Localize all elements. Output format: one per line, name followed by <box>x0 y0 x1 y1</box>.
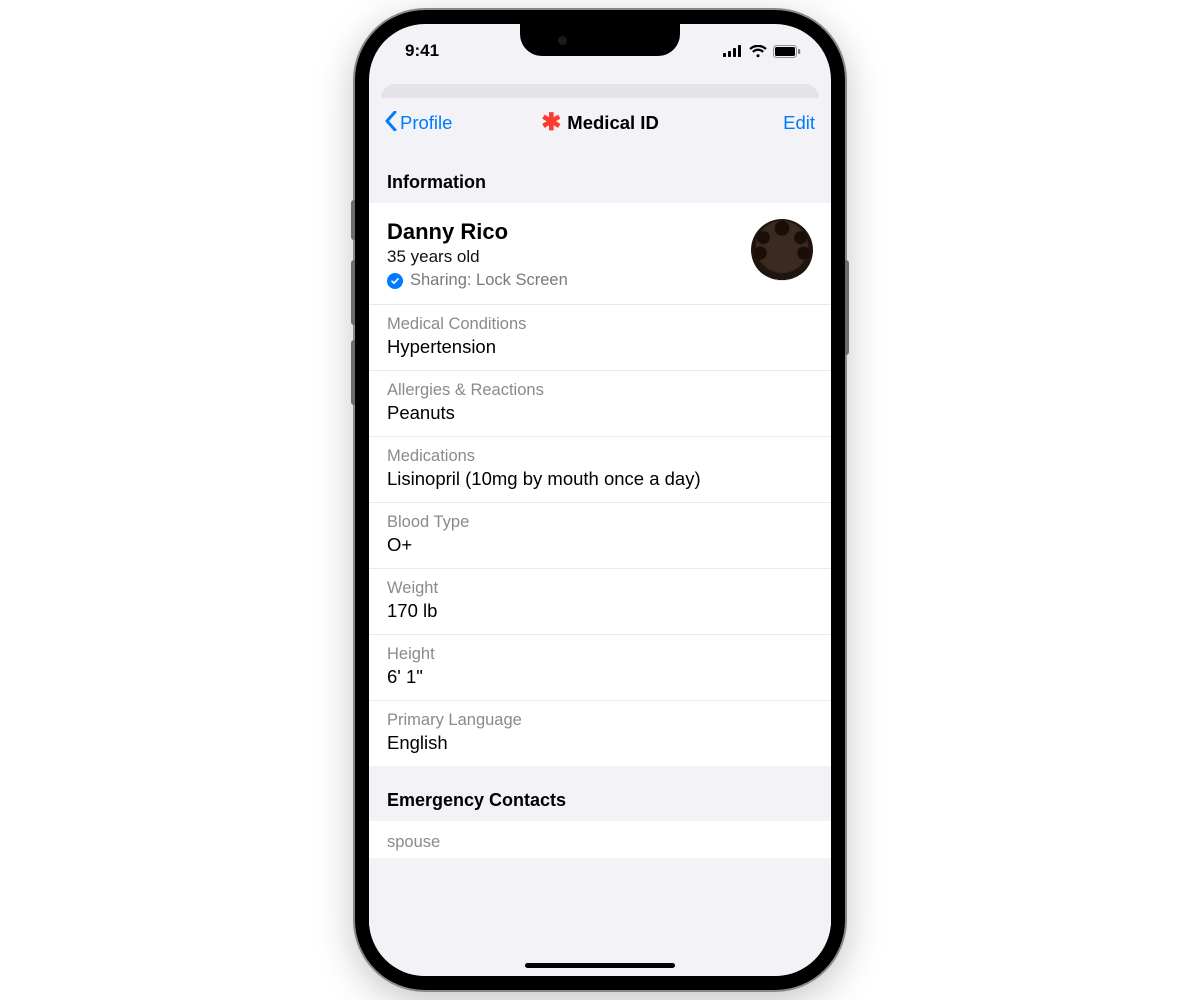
medications-row: Medications Lisinopril (10mg by mouth on… <box>369 437 831 503</box>
avatar <box>751 219 813 281</box>
field-value: 6' 1" <box>387 666 813 688</box>
medical-conditions-row: Medical Conditions Hypertension <box>369 305 831 371</box>
language-row: Primary Language English <box>369 701 831 766</box>
wifi-icon <box>749 45 767 58</box>
status-time: 9:41 <box>405 41 439 61</box>
screen: 9:41 Profile <box>369 24 831 976</box>
field-value: O+ <box>387 534 813 556</box>
profile-age: 35 years old <box>387 247 751 267</box>
nav-title: ✱ Medical ID <box>541 111 659 135</box>
sharing-status: Sharing: Lock Screen <box>387 271 751 290</box>
height-row: Height 6' 1" <box>369 635 831 701</box>
back-label: Profile <box>400 112 452 134</box>
allergies-row: Allergies & Reactions Peanuts <box>369 371 831 437</box>
field-label: Primary Language <box>387 711 813 730</box>
field-label: Allergies & Reactions <box>387 381 813 400</box>
field-value: Hypertension <box>387 336 813 358</box>
information-header: Information <box>369 148 831 203</box>
contact-relation: spouse <box>387 833 813 852</box>
nav-bar: Profile ✱ Medical ID Edit <box>369 98 831 148</box>
notch <box>520 24 680 56</box>
profile-row: Danny Rico 35 years old Sharing: Lock Sc… <box>369 203 831 305</box>
field-label: Medical Conditions <box>387 315 813 334</box>
field-value: 170 lb <box>387 600 813 622</box>
field-label: Weight <box>387 579 813 598</box>
sharing-label: Sharing: Lock Screen <box>410 271 568 290</box>
battery-icon <box>773 45 801 58</box>
medical-id-sheet: Profile ✱ Medical ID Edit Information Da… <box>369 98 831 976</box>
information-card: Danny Rico 35 years old Sharing: Lock Sc… <box>369 203 831 766</box>
medical-asterisk-icon: ✱ <box>541 111 561 135</box>
checkmark-badge-icon <box>387 273 403 289</box>
blood-type-row: Blood Type O+ <box>369 503 831 569</box>
profile-name: Danny Rico <box>387 219 751 245</box>
field-label: Blood Type <box>387 513 813 532</box>
content-scroll[interactable]: Information Danny Rico 35 years old Shar… <box>369 148 831 976</box>
field-label: Height <box>387 645 813 664</box>
nav-title-text: Medical ID <box>567 112 659 134</box>
home-indicator[interactable] <box>525 963 675 968</box>
emergency-contacts-card: spouse <box>369 821 831 858</box>
cellular-icon <box>723 45 743 57</box>
back-button[interactable]: Profile <box>385 111 452 136</box>
field-value: English <box>387 732 813 754</box>
field-label: Medications <box>387 447 813 466</box>
field-value: Lisinopril (10mg by mouth once a day) <box>387 468 813 490</box>
contact-row: spouse <box>369 821 831 858</box>
iphone-frame: 9:41 Profile <box>355 10 845 990</box>
weight-row: Weight 170 lb <box>369 569 831 635</box>
emergency-contacts-header: Emergency Contacts <box>369 766 831 821</box>
field-value: Peanuts <box>387 402 813 424</box>
chevron-left-icon <box>385 111 397 136</box>
edit-button[interactable]: Edit <box>783 112 815 134</box>
